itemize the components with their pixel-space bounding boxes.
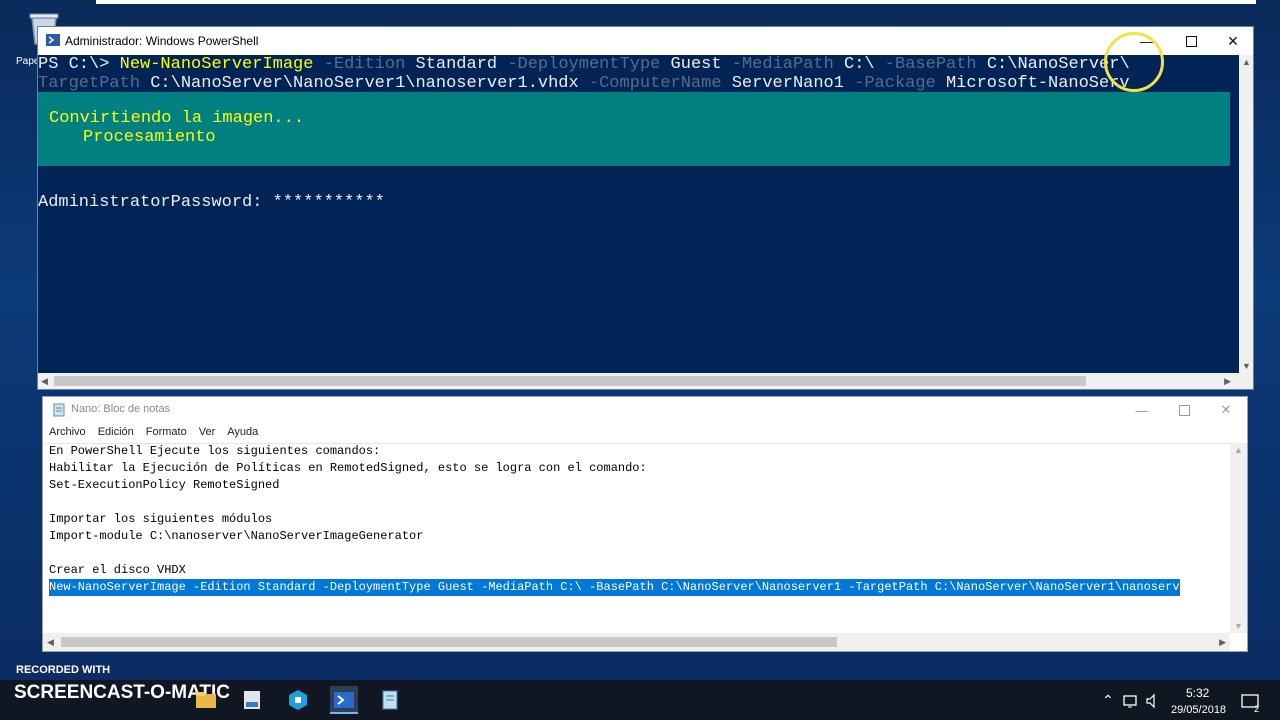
password-prompt: AdministratorPassword: *********** [38,193,385,212]
scroll-up-icon[interactable]: ▲ [1242,57,1251,67]
text-line: Set-ExecutionPolicy RemoteSigned [49,478,280,492]
command-token: New-NanoServerImage [119,55,314,74]
clock-time[interactable]: 5:32 [1186,686,1209,700]
close-button[interactable]: ✕ [1210,27,1256,55]
command-line-1: PS C:\> New-NanoServerImage -Edition Sta… [38,55,1130,74]
command-token: -Edition [313,55,406,74]
notepad-taskbar-icon[interactable] [378,688,402,712]
scroll-up-icon[interactable]: ▲ [1234,445,1243,455]
menu-ayuda[interactable]: Ayuda [221,423,264,443]
powershell-titlebar[interactable]: Administrador: Windows PowerShell — ✕ [38,27,1253,55]
command-token: C:\NanoServer\NanoServer1\nanoserver1.vh… [140,74,579,93]
notepad-maximize-button[interactable] [1161,397,1207,423]
command-line-2: TargetPath C:\NanoServer\NanoServer1\nan… [38,74,1130,93]
notepad-icon [53,403,65,417]
notepad-minimize-button[interactable]: — [1119,397,1165,423]
close-icon: ✕ [1227,32,1239,49]
text-line: Habilitar la Ejecución de Políticas en R… [49,461,647,475]
clock-date[interactable]: 29/05/2018 [1171,704,1226,716]
text-line: En PowerShell Ejecute los siguientes com… [49,444,381,458]
command-token: Microsoft-NanoServ [935,74,1130,93]
notepad-window[interactable]: Nano: Bloc de notas — ✕ Archivo Edición … [42,396,1248,652]
maximize-button[interactable] [1168,27,1214,55]
text-line: Importar los siguientes módulos [49,512,273,526]
menu-edicion[interactable]: Edición [92,423,140,443]
command-token: -ComputerName [578,74,722,93]
background-window-edge [96,0,1256,4]
cursor-highlight [1104,32,1164,92]
powershell-taskbar-icon[interactable] [330,686,358,714]
maximize-icon [1178,404,1190,416]
command-token: Guest [660,55,722,74]
powershell-icon [46,34,60,46]
notification-count: 2 [1254,704,1260,714]
command-token: TargetPath [38,74,141,93]
progress-status: Procesamiento [83,128,216,147]
notepad-vertical-scrollbar[interactable]: ▲ ▼ [1230,443,1247,633]
command-token: Standard [405,55,498,74]
command-token: ServerNano1 [721,74,844,93]
selected-text-line[interactable]: New-NanoServerImage -Edition Standard -D… [49,579,1180,596]
scroll-right-icon[interactable]: ▶ [1224,376,1231,387]
server-manager-icon[interactable] [240,688,264,712]
notepad-text-area[interactable]: En PowerShell Ejecute los siguientes com… [44,443,1229,633]
hyperv-icon[interactable] [286,688,310,712]
notepad-titlebar[interactable]: Nano: Bloc de notas — ✕ [43,397,1247,423]
command-token: -BasePath [874,55,977,74]
window-title: Administrador: Windows PowerShell [65,34,259,48]
menu-archivo[interactable]: Archivo [43,423,92,443]
network-icon[interactable] [1122,692,1140,710]
chevron-up-icon[interactable]: ⌃ [1102,692,1114,709]
text-line: Crear el disco VHDX [49,563,186,577]
text-line: Import-module C:\nanoserver\NanoServerIm… [49,529,424,543]
command-token: -DeploymentType [497,55,661,74]
menu-bar: Archivo Edición Formato Ver Ayuda [43,423,1247,443]
progress-title: Convirtiendo la imagen... [49,109,305,128]
scroll-thumb[interactable] [54,376,1086,386]
maximize-icon [1185,35,1197,47]
scroll-right-icon[interactable]: ▶ [1219,637,1226,648]
notepad-horizontal-scrollbar[interactable]: ◀ ▶ [43,633,1230,651]
command-token: PS C:\> [38,55,120,74]
scroll-left-icon[interactable]: ◀ [47,637,54,648]
vertical-scrollbar[interactable]: ▲ ▼ [1239,55,1253,373]
recorded-with-label: RECORDED WITH [16,664,111,676]
scroll-down-icon[interactable]: ▼ [1242,361,1251,371]
scroll-left-icon[interactable]: ◀ [41,376,48,387]
command-token: -MediaPath [721,55,834,74]
powershell-window[interactable]: Administrador: Windows PowerShell — ✕ PS… [37,26,1254,390]
volume-icon[interactable] [1144,692,1162,710]
file-explorer-icon[interactable] [194,688,218,712]
close-icon: ✕ [1220,402,1232,417]
scroll-thumb[interactable] [61,637,837,647]
menu-ver[interactable]: Ver [193,423,222,443]
console-output[interactable]: PS C:\> New-NanoServerImage -Edition Sta… [38,55,1239,373]
horizontal-scrollbar[interactable]: ◀ ▶ [38,373,1253,389]
progress-panel: Convirtiendo la imagen... Procesamiento [38,92,1230,166]
menu-formato[interactable]: Formato [140,423,193,443]
scroll-down-icon[interactable]: ▼ [1234,621,1243,631]
command-token: C:\ [833,55,875,74]
command-token: -Package [843,74,936,93]
notepad-close-button[interactable]: ✕ [1203,397,1249,423]
notepad-title: Nano: Bloc de notas [71,403,171,415]
